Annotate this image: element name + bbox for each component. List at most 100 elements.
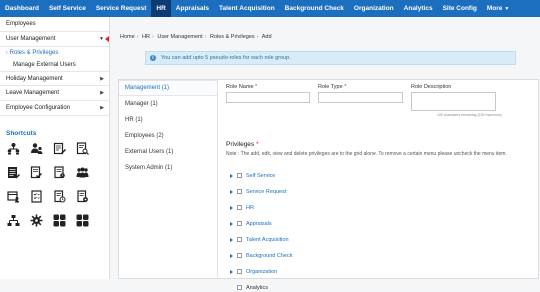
- privilege-checkbox[interactable]: [237, 221, 242, 226]
- active-indicator-icon: [105, 36, 109, 42]
- role-group-external-users[interactable]: External Users (1): [119, 144, 217, 160]
- privilege-row-analytics[interactable]: Analytics: [230, 283, 268, 292]
- sidebar-item-label: Roles & Privileges: [9, 50, 59, 56]
- caret-down-icon: ▼: [99, 36, 104, 42]
- expand-arrow-icon[interactable]: [230, 221, 233, 226]
- role-name-label-text: Role Name: [226, 84, 254, 90]
- document-check-icon[interactable]: [29, 165, 43, 179]
- nav-site-config[interactable]: Site Config: [438, 0, 482, 17]
- privilege-checkbox[interactable]: [237, 269, 242, 274]
- sidebar-item-label: User Management: [6, 36, 56, 42]
- expand-arrow-icon[interactable]: [230, 253, 233, 258]
- sidebar-item-user-management[interactable]: User Management ▼: [0, 32, 109, 47]
- nav-background-check[interactable]: Background Check: [280, 0, 349, 17]
- info-icon: i: [150, 55, 156, 61]
- nav-appraisals[interactable]: Appraisals: [171, 0, 214, 17]
- privilege-row-background-check[interactable]: Background Check: [230, 251, 292, 260]
- sidebar-item-leave-management[interactable]: Leave Management ▶: [0, 86, 109, 101]
- shortcuts-title: Shortcuts: [6, 130, 37, 137]
- privilege-row-organization[interactable]: Organization: [230, 267, 277, 276]
- privilege-checkbox[interactable]: [237, 253, 242, 258]
- people-group-icon[interactable]: [29, 141, 43, 155]
- org-chart-icon[interactable]: [6, 213, 20, 227]
- expand-arrow-icon[interactable]: [230, 269, 233, 274]
- breadcrumb-add: Add: [261, 34, 272, 40]
- role-name-input[interactable]: [226, 92, 310, 103]
- role-group-manager[interactable]: Manager (1): [119, 96, 217, 112]
- document-alert-icon[interactable]: [52, 165, 66, 179]
- required-mark: *: [256, 141, 259, 148]
- calendar-person-icon[interactable]: [6, 189, 20, 203]
- privilege-label: Organization: [246, 268, 278, 275]
- expand-arrow-icon[interactable]: [230, 189, 233, 194]
- expand-arrow-icon[interactable]: [230, 237, 233, 242]
- sidebar: Employees User Management ▼ › Roles & Priv…: [0, 17, 110, 279]
- document-edit-icon[interactable]: [52, 141, 66, 155]
- info-alert: i You can add upto 5 pseudo-roles for ea…: [145, 51, 516, 65]
- breadcrumb-separator: ›: [204, 34, 207, 40]
- breadcrumb: Home › HR › User Management › Roles & Privi…: [120, 34, 272, 40]
- nav-dashboard[interactable]: Dashboard: [0, 0, 44, 17]
- document-clock-icon[interactable]: [52, 189, 66, 203]
- users-icon[interactable]: [75, 165, 89, 179]
- breadcrumb-separator: ›: [256, 34, 259, 40]
- sidebar-subitem-manage-external-users[interactable]: Manage External Users: [0, 59, 109, 71]
- nav-hr[interactable]: HR: [151, 0, 171, 17]
- sidebar-item-label: Leave Management: [6, 90, 60, 96]
- nav-more[interactable]: More ▼: [482, 0, 514, 17]
- privilege-row-hr[interactable]: HR: [230, 203, 254, 212]
- role-group-list: Management (1) Manager (1) HR (1) Employ…: [119, 80, 218, 278]
- required-mark: *: [344, 84, 347, 90]
- sidebar-item-employees[interactable]: Employees: [0, 17, 109, 32]
- role-type-label-text: Role Type: [318, 84, 343, 90]
- breadcrumb-roles-privileges[interactable]: Roles & Privileges: [210, 34, 255, 40]
- privilege-checkbox[interactable]: [237, 237, 242, 242]
- nav-self-service[interactable]: Self Service: [44, 0, 91, 17]
- privilege-label: Appraisals: [246, 220, 272, 227]
- sidebar-item-label: Employee Configuration: [6, 105, 71, 111]
- role-group-hr[interactable]: HR (1): [119, 112, 217, 128]
- people-tree-icon[interactable]: [6, 141, 20, 155]
- nav-service-request[interactable]: Service Request: [91, 0, 152, 17]
- list-edit-icon[interactable]: [6, 165, 20, 179]
- role-type-input[interactable]: [318, 92, 403, 103]
- nav-organization[interactable]: Organization: [349, 0, 399, 17]
- settings-icon[interactable]: [29, 213, 43, 227]
- privilege-checkbox[interactable]: [237, 189, 242, 194]
- role-name-label: Role Name *: [226, 84, 257, 90]
- privilege-row-appraisals[interactable]: Appraisals: [230, 219, 272, 228]
- caret-right-icon: ▶: [100, 90, 104, 96]
- privilege-checkbox[interactable]: [237, 205, 242, 210]
- breadcrumb-user-management[interactable]: User Management: [157, 34, 202, 40]
- role-group-management[interactable]: Management (1): [119, 80, 217, 96]
- privilege-row-talent-acquisition[interactable]: Talent Acquisition: [230, 235, 289, 244]
- privilege-checkbox[interactable]: [237, 285, 242, 290]
- nav-more-label: More: [486, 5, 503, 12]
- role-description-textarea[interactable]: [411, 92, 496, 111]
- role-group-system-admin[interactable]: System Admin (1): [119, 160, 217, 176]
- apps-grid-icon[interactable]: [52, 213, 66, 227]
- role-group-employees[interactable]: Employees (2): [119, 128, 217, 144]
- privilege-row-service-request[interactable]: Service Request: [230, 187, 286, 196]
- document-gear-icon[interactable]: [75, 189, 89, 203]
- privilege-checkbox[interactable]: [237, 173, 242, 178]
- expand-arrow-icon[interactable]: [230, 173, 233, 178]
- required-mark: *: [255, 84, 258, 90]
- apps-grid-alt-icon[interactable]: [75, 213, 89, 227]
- sidebar-item-employee-configuration[interactable]: Employee Configuration ▶: [0, 101, 109, 116]
- nav-analytics[interactable]: Analytics: [399, 0, 438, 17]
- nav-talent-acquisition[interactable]: Talent Acquisition: [214, 0, 280, 17]
- breadcrumb-separator: ›: [152, 34, 154, 40]
- info-alert-text: You can add upto 5 pseudo-roles for each…: [161, 55, 291, 61]
- sidebar-subitem-roles-privileges[interactable]: › Roles & Privileges: [0, 47, 109, 59]
- role-form-card: Management (1) Manager (1) HR (1) Employ…: [118, 79, 539, 291]
- expand-arrow-icon[interactable]: [230, 205, 233, 210]
- breadcrumb-home[interactable]: Home: [120, 34, 135, 40]
- sidebar-item-holiday-management[interactable]: Holiday Management ▶: [0, 71, 109, 86]
- breadcrumb-hr[interactable]: HR: [142, 34, 150, 40]
- privilege-row-self-service[interactable]: Self Service: [230, 171, 275, 180]
- privilege-label: Self Service: [246, 172, 276, 179]
- role-description-label: Role Description: [411, 84, 452, 90]
- document-list-icon[interactable]: [29, 189, 43, 203]
- document-search-icon[interactable]: [75, 141, 89, 155]
